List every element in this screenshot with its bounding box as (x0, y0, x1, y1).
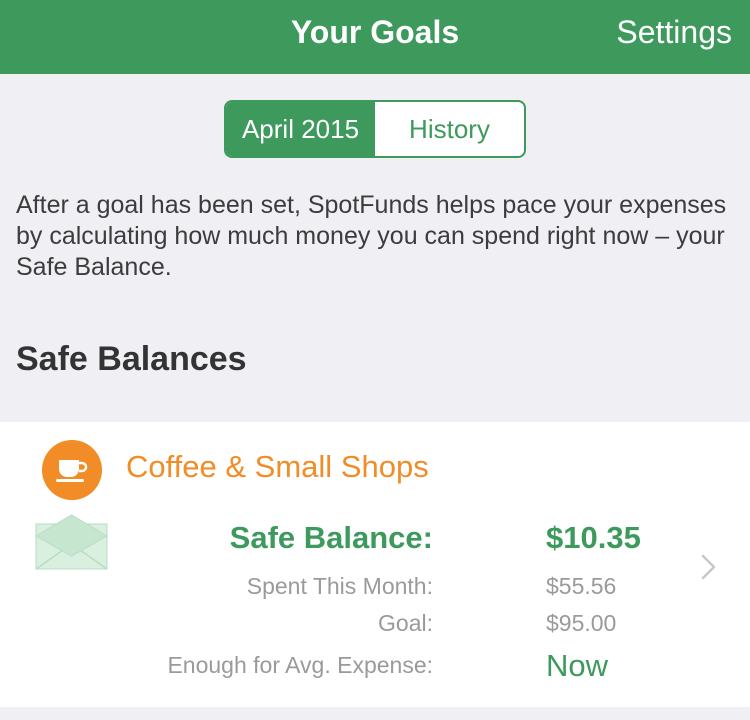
coffee-cup-icon (42, 440, 102, 500)
goal-label: Goal: (378, 610, 433, 636)
navigation-bar: Your Goals Settings (0, 0, 750, 74)
settings-button[interactable]: Settings (616, 14, 732, 51)
safe-balance-label: Safe Balance: (229, 520, 433, 555)
section-title: Safe Balances (16, 340, 247, 378)
period-segmented-control: April 2015 History (224, 100, 526, 158)
segment-current-month[interactable]: April 2015 (226, 102, 375, 156)
chevron-right-icon[interactable] (700, 553, 718, 586)
category-card[interactable]: Coffee & Small Shops Safe Balance: $10.3… (0, 422, 750, 707)
safe-balance-value: $10.35 (546, 520, 641, 555)
intro-text: After a goal has been set, SpotFunds hel… (16, 191, 727, 281)
enough-value: Now (546, 648, 609, 683)
bottom-separator (0, 707, 750, 720)
goal-value: $95.00 (546, 610, 617, 636)
segment-history[interactable]: History (375, 102, 524, 156)
envelope-icon (35, 514, 108, 575)
spent-label: Spent This Month: (246, 573, 433, 599)
category-name: Coffee & Small Shops (126, 449, 429, 484)
enough-label: Enough for Avg. Expense: (167, 652, 433, 678)
spent-value: $55.56 (546, 573, 617, 599)
